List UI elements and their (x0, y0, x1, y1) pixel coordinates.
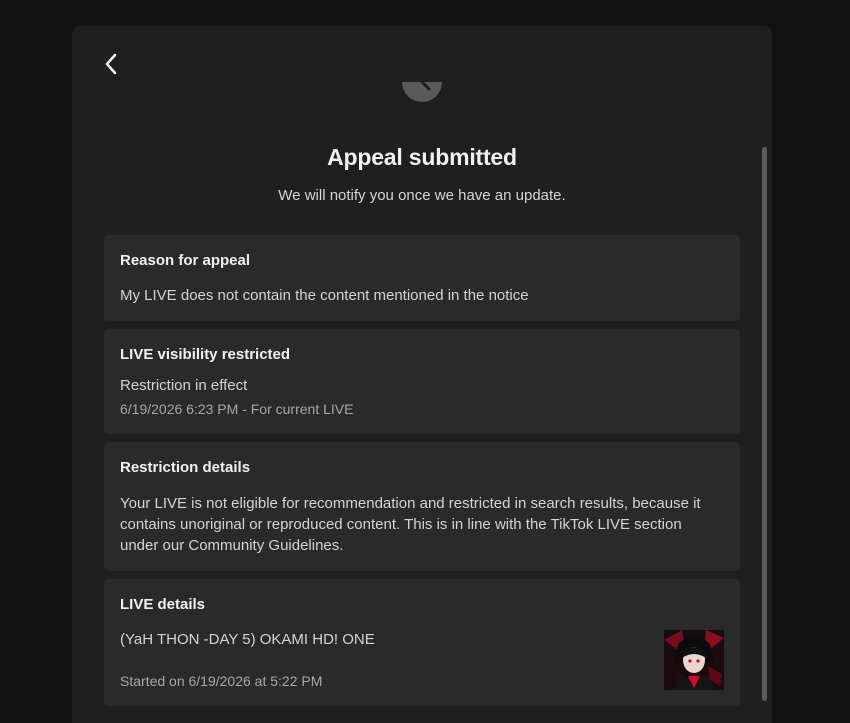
reason-card: Reason for appeal My LIVE does not conta… (104, 235, 740, 321)
live-thumbnail-image[interactable] (664, 630, 724, 690)
restriction-details-card: Restriction details Your LIVE is not eli… (104, 442, 740, 571)
live-details-title: LIVE details (120, 596, 206, 613)
live-start-time: Started on 6/19/2026 at 5:22 PM (120, 673, 323, 689)
visibility-card: LIVE visibility restricted Restriction i… (104, 329, 740, 434)
clock-icon (402, 82, 442, 122)
reason-card-title: Reason for appeal (120, 252, 251, 269)
restriction-timestamp: 6/19/2026 6:23 PM - For current LIVE (120, 401, 354, 417)
scrollbar[interactable] (762, 147, 767, 701)
page-title: Appeal submitted (327, 144, 517, 170)
visibility-card-title: LIVE visibility restricted (120, 346, 291, 363)
live-name: (YaH THON -DAY 5) OKAMI HD! ONE (120, 631, 375, 648)
restriction-details-title: Restriction details (120, 459, 251, 476)
restriction-details-text: Your LIVE is not eligible for recommenda… (120, 495, 701, 554)
appeal-panel: Appeal submitted We will notify you once… (72, 26, 772, 723)
live-details-card: LIVE details (YaH THON -DAY 5) OKAMI HD!… (104, 579, 740, 706)
chevron-left-icon (105, 53, 117, 75)
page-subtitle: We will notify you once we have an updat… (278, 187, 566, 204)
reason-card-text: My LIVE does not contain the content men… (120, 287, 529, 304)
back-button[interactable] (100, 50, 124, 78)
restriction-status: Restriction in effect (120, 377, 248, 394)
